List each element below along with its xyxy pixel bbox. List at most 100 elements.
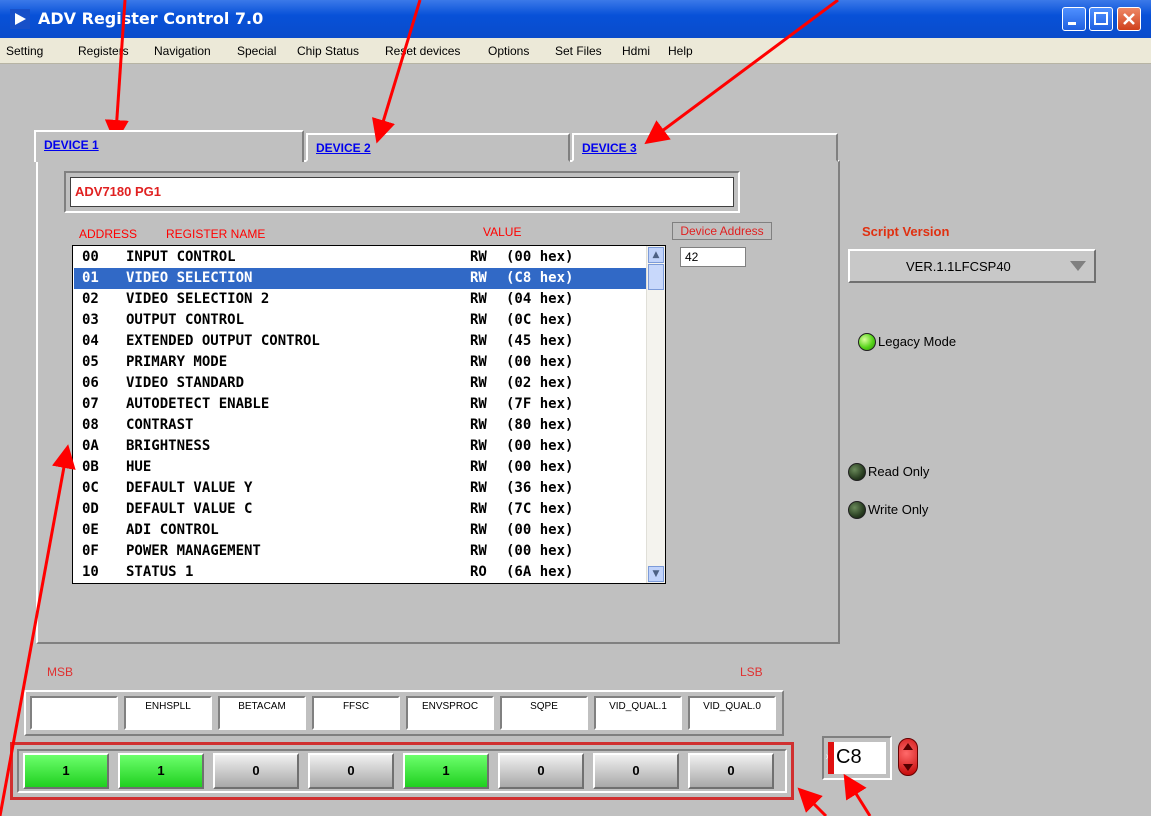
bit-toggle-6[interactable]: 1	[118, 753, 204, 789]
menu-navigation[interactable]: Navigation	[154, 44, 211, 58]
register-access: RW	[470, 522, 487, 538]
register-row[interactable]: 10 STATUS 1 RO (6A hex)	[74, 562, 648, 583]
register-row[interactable]: 08 CONTRAST RW (80 hex)	[74, 415, 648, 436]
tab-device-1[interactable]: DEVICE 1	[34, 130, 304, 162]
register-value: (00 hex)	[506, 459, 574, 475]
register-row[interactable]: 0E ADI CONTROL RW (00 hex)	[74, 520, 648, 541]
scroll-thumb[interactable]	[648, 264, 664, 290]
menu-chip-status[interactable]: Chip Status	[297, 44, 359, 58]
tab-device-3-label: DEVICE 3	[582, 141, 637, 155]
register-access: RW	[470, 270, 487, 286]
register-name: VIDEO STANDARD	[126, 375, 245, 391]
device-address-input[interactable]: 42	[680, 247, 746, 267]
register-row[interactable]: 01 VIDEO SELECTION RW (C8 hex)	[74, 268, 648, 289]
bit-name-0: VID_QUAL.0	[688, 696, 776, 730]
bit-name-7	[30, 696, 118, 730]
register-value: (80 hex)	[506, 417, 574, 433]
write-only-label: Write Only	[868, 502, 929, 517]
bit-toggle-7[interactable]: 1	[23, 753, 109, 789]
register-address: 0F	[82, 543, 99, 559]
value-header: VALUE	[483, 225, 522, 239]
register-address: 04	[82, 333, 99, 349]
register-name: AUTODETECT ENABLE	[126, 396, 270, 412]
register-access: RW	[470, 459, 487, 475]
bit-toggle-5[interactable]: 0	[213, 753, 299, 789]
minimize-icon	[1068, 22, 1076, 25]
tab-device-3[interactable]: DEVICE 3	[572, 133, 838, 162]
script-version-select[interactable]: VER.1.1LFCSP40	[848, 249, 1096, 283]
hex-value-box: x C8	[822, 736, 892, 780]
register-row[interactable]: 03 OUTPUT CONTROL RW (0C hex)	[74, 310, 648, 331]
register-value: (7C hex)	[506, 501, 574, 517]
register-list-scrollbar[interactable]: ▲ ▼	[646, 246, 665, 583]
bit-name-4: FFSC	[312, 696, 400, 730]
register-value: (00 hex)	[506, 354, 574, 370]
register-row[interactable]: 0A BRIGHTNESS RW (00 hex)	[74, 436, 648, 457]
menu-bar: Setting Registers Navigation Special Chi…	[0, 38, 1151, 64]
close-button[interactable]	[1117, 7, 1141, 31]
maximize-icon	[1094, 12, 1108, 25]
menu-set-files[interactable]: Set Files	[555, 44, 602, 58]
register-address: 07	[82, 396, 99, 412]
hex-value-input[interactable]: C8	[836, 746, 862, 769]
menu-options[interactable]: Options	[488, 44, 529, 58]
register-address: 0A	[82, 438, 99, 454]
menu-reset-devices[interactable]: Reset devices	[385, 44, 460, 58]
register-access: RW	[470, 396, 487, 412]
tab-device-2[interactable]: DEVICE 2	[306, 133, 570, 162]
spin-up-icon[interactable]	[903, 743, 913, 750]
register-row[interactable]: 00 INPUT CONTROL RW (00 hex)	[74, 247, 648, 268]
register-list[interactable]: 00 INPUT CONTROL RW (00 hex) 01 VIDEO SELECTI…	[72, 245, 666, 584]
legacy-mode-led	[858, 333, 876, 351]
register-address: 08	[82, 417, 99, 433]
register-name: POWER MANAGEMENT	[126, 543, 261, 559]
register-value: (6A hex)	[506, 564, 574, 580]
register-row[interactable]: 0C DEFAULT VALUE Y RW (36 hex)	[74, 478, 648, 499]
register-name: HUE	[126, 459, 152, 475]
register-access: RW	[470, 312, 487, 328]
register-row[interactable]: 05 PRIMARY MODE RW (00 hex)	[74, 352, 648, 373]
menu-help[interactable]: Help	[668, 44, 693, 58]
register-access: RW	[470, 333, 487, 349]
register-row[interactable]: 07 AUTODETECT ENABLE RW (7F hex)	[74, 394, 648, 415]
tab-device-2-label: DEVICE 2	[316, 141, 371, 155]
register-value: (0C hex)	[506, 312, 574, 328]
register-row[interactable]: 0B HUE RW (00 hex)	[74, 457, 648, 478]
register-address: 05	[82, 354, 99, 370]
bit-toggle-4[interactable]: 0	[308, 753, 394, 789]
menu-special[interactable]: Special	[237, 44, 276, 58]
spin-down-icon[interactable]	[903, 764, 913, 771]
bit-toggle-1[interactable]: 0	[593, 753, 679, 789]
register-row[interactable]: 02 VIDEO SELECTION 2 RW (04 hex)	[74, 289, 648, 310]
menu-setting[interactable]: Setting	[6, 44, 43, 58]
bit-toggle-2[interactable]: 0	[498, 753, 584, 789]
register-row[interactable]: 0F POWER MANAGEMENT RW (00 hex)	[74, 541, 648, 562]
register-address: 02	[82, 291, 99, 307]
register-name: CONTRAST	[126, 417, 194, 433]
legacy-mode-label: Legacy Mode	[878, 334, 957, 349]
register-access: RW	[470, 438, 487, 454]
address-header: ADDRESS	[79, 227, 138, 241]
register-name: ADI CONTROL	[126, 522, 219, 538]
menu-hdmi[interactable]: Hdmi	[622, 44, 650, 58]
menu-registers[interactable]: Registers	[78, 44, 129, 58]
register-name: PRIMARY MODE	[126, 354, 228, 370]
register-name: BRIGHTNESS	[126, 438, 211, 454]
register-row[interactable]: 06 VIDEO STANDARD RW (02 hex)	[74, 373, 648, 394]
scroll-up-button[interactable]: ▲	[648, 247, 664, 263]
read-only-led	[848, 463, 866, 481]
scroll-down-button[interactable]: ▼	[648, 566, 664, 582]
register-value: (04 hex)	[506, 291, 574, 307]
register-name-header: REGISTER NAME	[166, 227, 266, 241]
minimize-button[interactable]	[1062, 7, 1086, 31]
register-value: (45 hex)	[506, 333, 574, 349]
bit-name-5: BETACAM	[218, 696, 306, 730]
register-row[interactable]: 0D DEFAULT VALUE C RW (7C hex)	[74, 499, 648, 520]
register-address: 00	[82, 249, 99, 265]
bit-toggle-3[interactable]: 1	[403, 753, 489, 789]
bit-toggle-0[interactable]: 0	[688, 753, 774, 789]
maximize-button[interactable]	[1089, 7, 1113, 31]
hex-value-spinner[interactable]	[898, 738, 918, 776]
register-row[interactable]: 04 EXTENDED OUTPUT CONTROL RW (45 hex)	[74, 331, 648, 352]
register-access: RO	[470, 564, 487, 580]
